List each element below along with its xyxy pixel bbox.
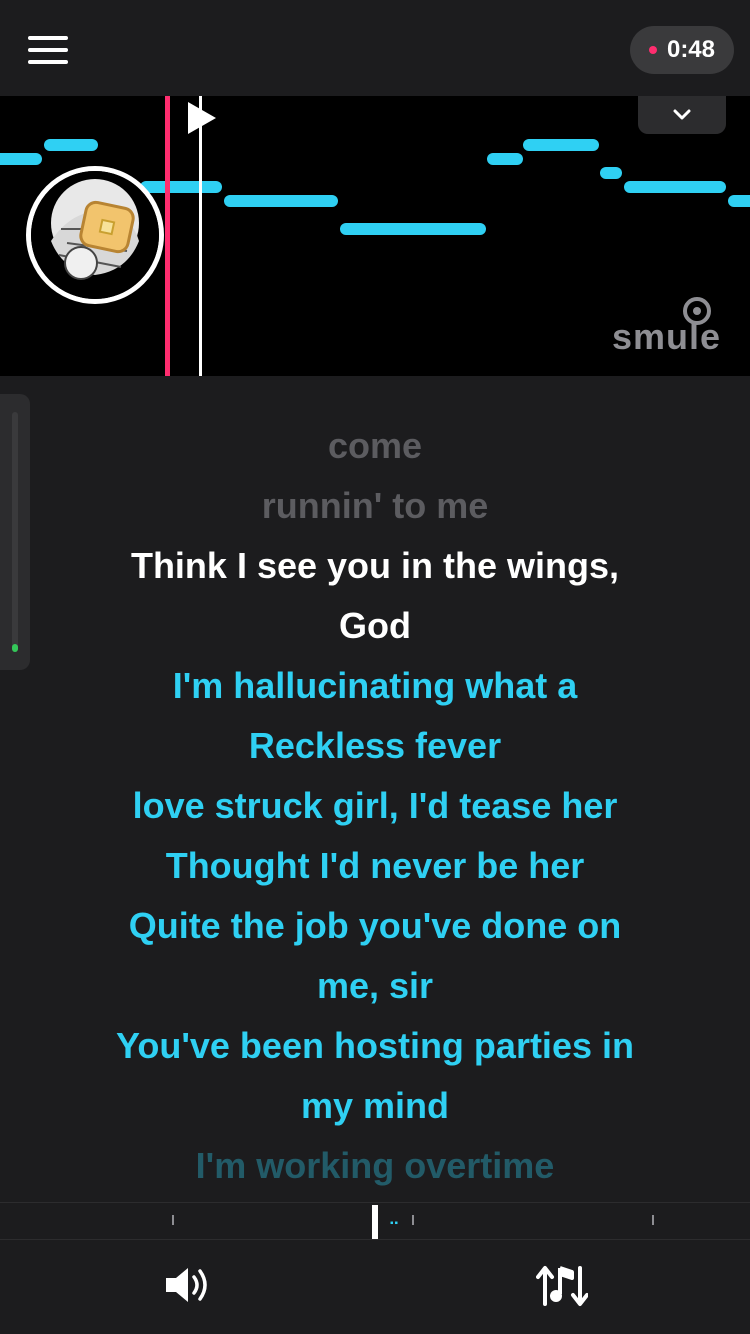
pitch-note <box>728 195 750 207</box>
lyrics-panel: come runnin' to me Think I see you in th… <box>0 376 750 1202</box>
lyric-line-current: Think I see you in the wings, <box>130 545 620 586</box>
pitch-note <box>624 181 726 193</box>
song-progress-bar[interactable]: ▪▪ <box>0 1202 750 1240</box>
pitch-note <box>0 153 42 165</box>
progress-head[interactable] <box>372 1205 378 1239</box>
playhead-line <box>199 96 202 376</box>
progress-pitch-dots: ▪▪ <box>390 1218 400 1229</box>
pitch-note <box>600 167 622 179</box>
chevron-down-icon <box>673 109 691 120</box>
recording-timer: 0:48 <box>630 26 734 74</box>
lyric-line-upcoming: my mind <box>300 1085 450 1126</box>
lyric-line-upcoming: Quite the job you've done on <box>128 905 622 946</box>
pitch-note <box>44 139 98 151</box>
pitch-note <box>523 139 599 151</box>
recording-dot-icon <box>648 46 657 54</box>
bottom-controls <box>0 1240 750 1334</box>
lyric-line-upcoming: Thought I'd never be her <box>165 845 585 886</box>
play-icon[interactable] <box>184 100 218 136</box>
pitch-note <box>487 153 523 165</box>
lyric-line-upcoming: I'm working overtime <box>195 1145 555 1186</box>
section-marker <box>652 1215 654 1225</box>
lyric-line-past: come <box>327 425 423 466</box>
playhead-marker <box>165 96 170 376</box>
pitch-note <box>340 223 486 235</box>
pitch-adjust-icon[interactable] <box>536 1262 588 1308</box>
pitch-note <box>140 181 222 193</box>
section-marker <box>172 1215 174 1225</box>
hamburger-menu-icon[interactable] <box>28 36 68 64</box>
lyric-line-upcoming: me, sir <box>316 965 434 1006</box>
lyric-line-upcoming: You've been hosting parties in <box>116 1025 634 1066</box>
section-marker <box>412 1215 414 1225</box>
recording-time: 0:48 <box>666 36 716 63</box>
lyric-line-upcoming: love struck girl, I'd tease her <box>132 785 618 826</box>
lyric-line-upcoming: I'm hallucinating what a <box>172 665 578 706</box>
speaker-volume-icon[interactable] <box>162 1262 214 1308</box>
pitch-guide: smule <box>0 96 750 376</box>
lyric-line-upcoming: Reckless fever <box>248 725 502 766</box>
lyric-line-current: God <box>339 605 411 646</box>
collapse-button[interactable] <box>638 96 726 134</box>
lyric-line-past: runnin' to me <box>261 485 489 526</box>
top-bar: 0:48 <box>0 0 750 96</box>
pitch-note <box>224 195 338 207</box>
smule-logo: smule <box>612 316 722 357</box>
singer-avatar[interactable] <box>26 166 164 304</box>
